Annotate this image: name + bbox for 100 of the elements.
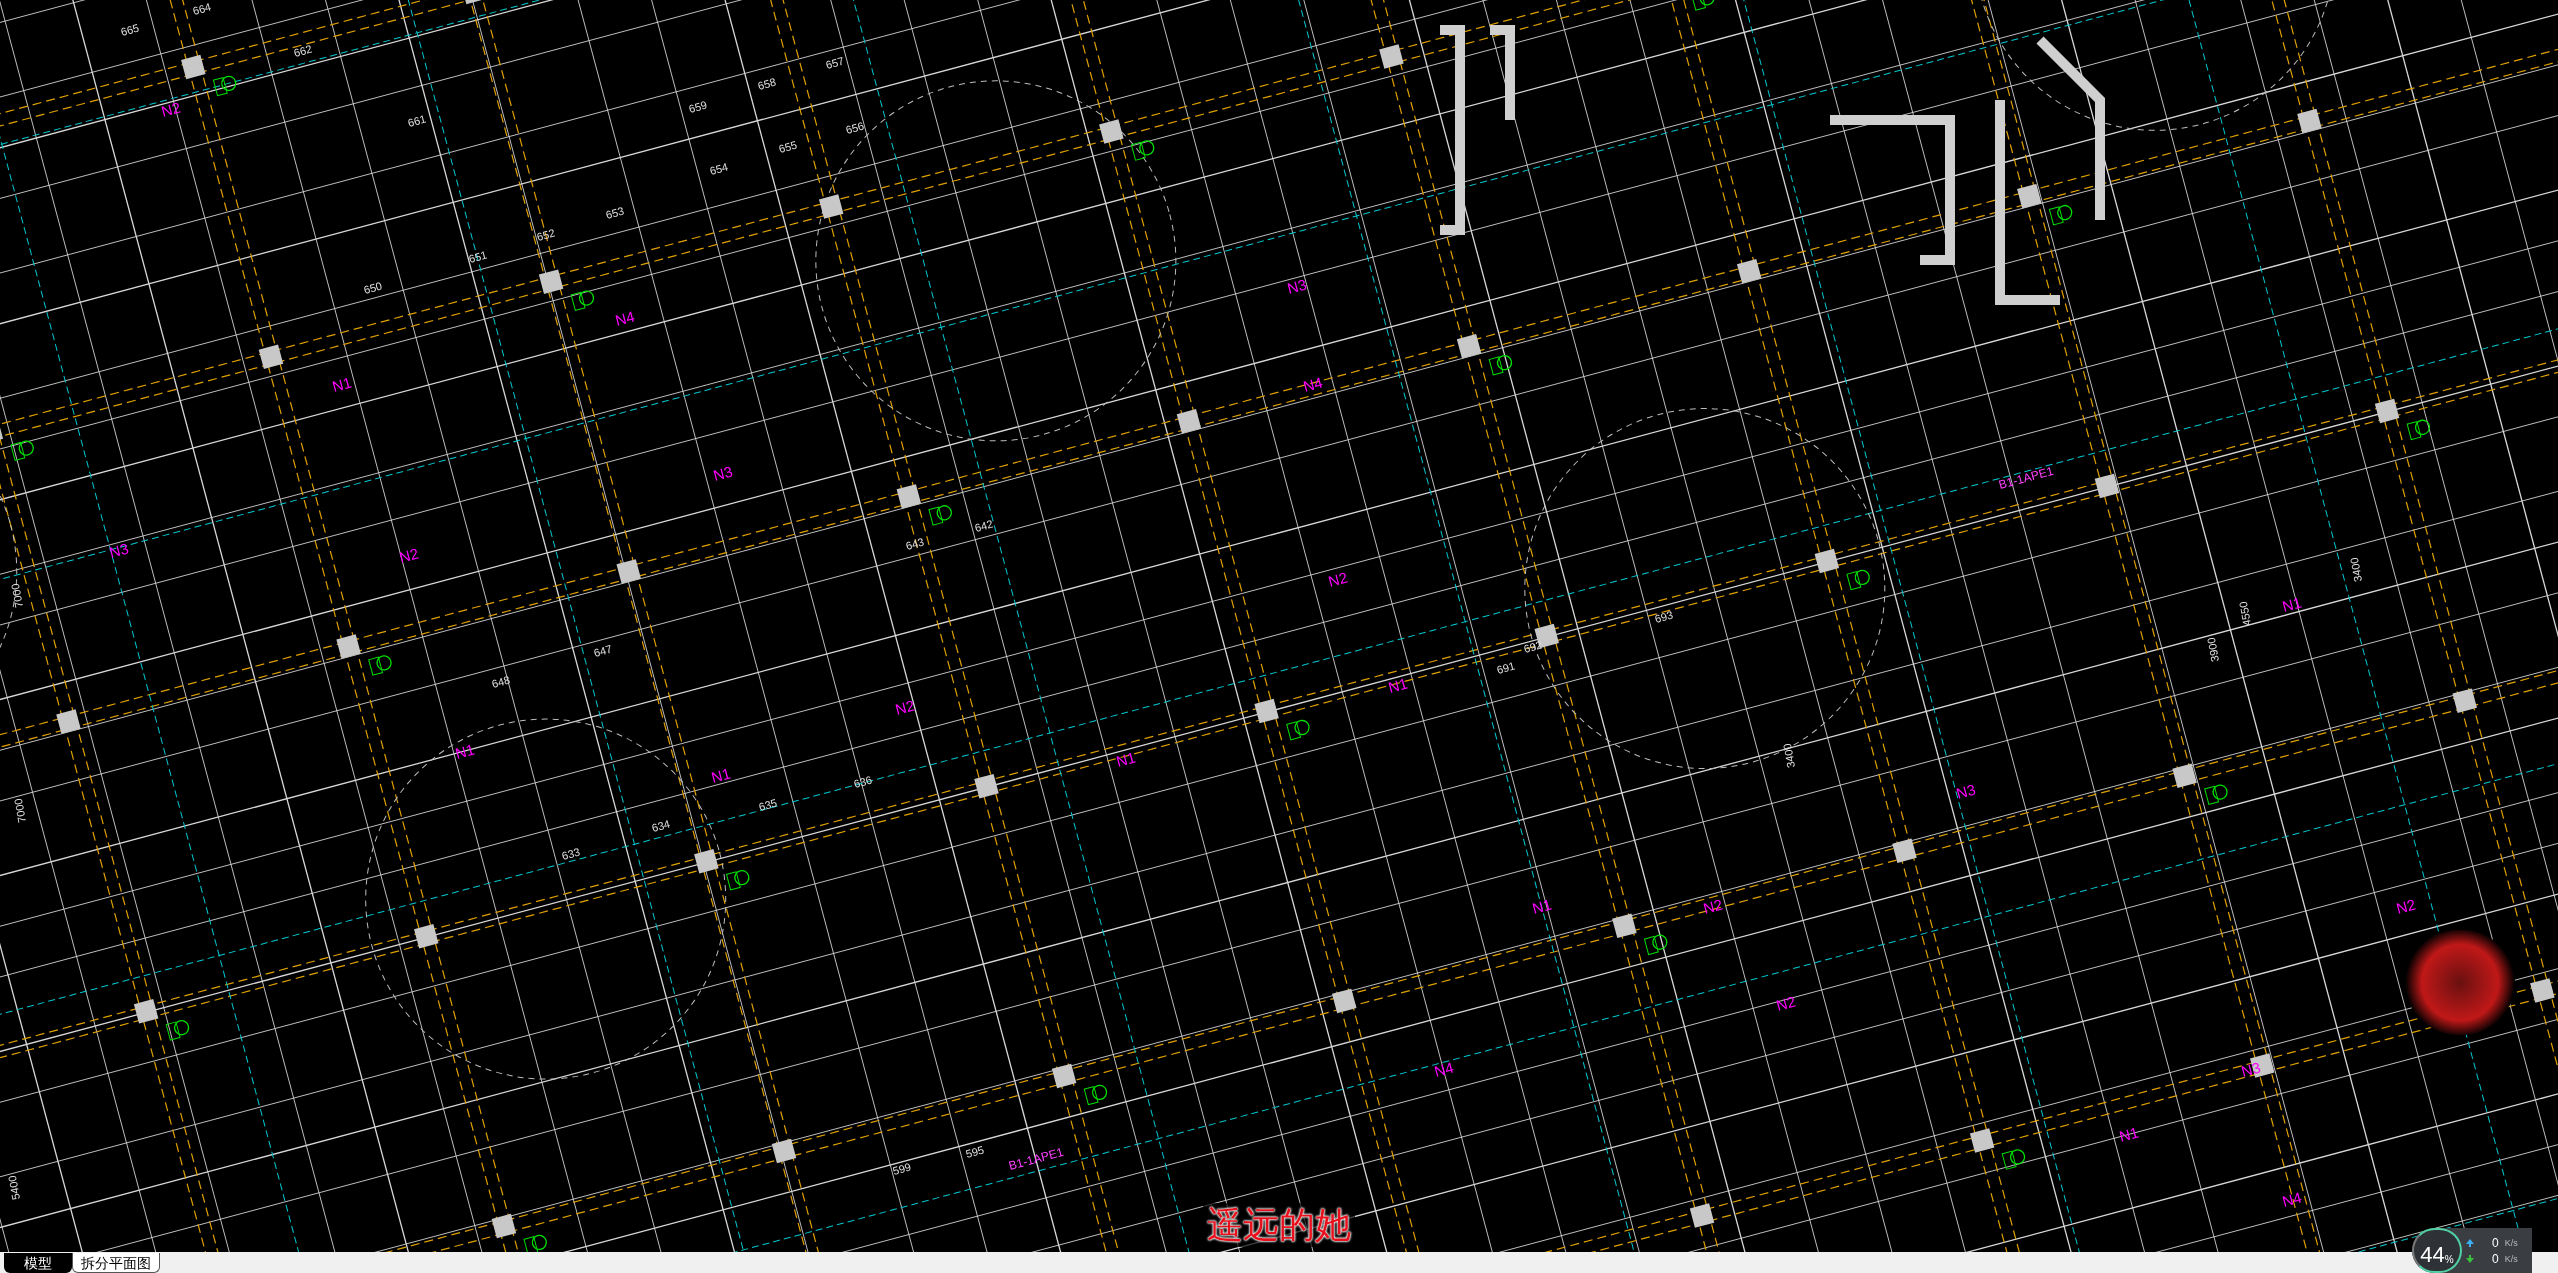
- fixture-symbol-icon: [2001, 1149, 2026, 1170]
- column-block: [771, 1138, 797, 1164]
- room-number: 636: [852, 773, 874, 790]
- column-block: [1332, 988, 1357, 1014]
- percent-text: 44: [2420, 1243, 2445, 1267]
- room-number: 642: [973, 517, 995, 534]
- fixture-symbol-icon: [2048, 204, 2073, 226]
- column-block: [56, 709, 81, 734]
- column-block: [2172, 763, 2197, 788]
- room-number: 657: [824, 54, 846, 71]
- pipe-label: N2: [2394, 895, 2418, 917]
- column-block: [181, 54, 206, 80]
- room-number: 659: [687, 98, 709, 115]
- fixture-symbol-icon: [1488, 355, 1513, 376]
- dimension-text: 5400: [5, 1174, 22, 1201]
- column-block: [2297, 108, 2322, 134]
- pipe-label: N1: [2280, 593, 2304, 615]
- column-block: [1379, 44, 1404, 69]
- column-block: [1456, 334, 1482, 359]
- column-block: [1176, 409, 1202, 434]
- pipe-label: N1: [1386, 674, 1410, 696]
- pipe-label: N1: [2117, 1123, 2141, 1145]
- pipe-label: N2: [159, 98, 183, 120]
- download-arrow-icon: [2466, 1254, 2474, 1263]
- dimension-text: 3900: [2204, 636, 2221, 663]
- column-block: [1612, 913, 1637, 939]
- column-block: [1099, 119, 1124, 144]
- upload-arrow-icon: [2466, 1238, 2474, 1247]
- room-number: 655: [777, 138, 799, 155]
- fixture-symbol-icon: [2204, 784, 2228, 805]
- room-number: 662: [292, 42, 314, 59]
- column-block: [1689, 1203, 1715, 1228]
- pipe-label: N2: [1326, 568, 1350, 590]
- fixture-symbol-icon: [165, 1020, 190, 1041]
- room-number: 653: [604, 204, 626, 221]
- pipe-label: N1: [330, 373, 354, 395]
- layout-tab[interactable]: 拆分平面图: [72, 1253, 160, 1273]
- room-number: 665: [119, 21, 141, 38]
- column-block: [818, 194, 844, 219]
- fixture-symbol-icon: [368, 655, 392, 676]
- download-speed: 0: [2492, 1251, 2499, 1266]
- room-number: 651: [467, 248, 489, 265]
- dimension-text: 4550: [2236, 600, 2253, 627]
- room-number: 633: [560, 845, 582, 862]
- fixture-symbol-icon: [2406, 419, 2431, 441]
- pipe-label: N2: [893, 696, 917, 718]
- column-block: [2530, 978, 2555, 1003]
- room-number: 664: [191, 0, 213, 17]
- column-block: [896, 484, 922, 509]
- room-number: 647: [592, 642, 614, 659]
- room-number: 692: [1522, 638, 1544, 655]
- pipe-label: N1: [453, 740, 477, 762]
- fixture-symbol-icon: [928, 505, 952, 526]
- pipe-label: N4: [613, 307, 637, 329]
- column-block: [2094, 473, 2120, 499]
- fixture-symbol-icon: [523, 1234, 547, 1252]
- column-block: [1892, 838, 1917, 863]
- column-block: [1969, 1128, 1995, 1153]
- column-block: [1051, 1063, 1077, 1089]
- room-number: 658: [756, 75, 778, 92]
- upload-speed: 0: [2492, 1235, 2499, 1250]
- fixture-symbol-icon: [726, 869, 750, 891]
- pipe-label: N3: [1285, 275, 1309, 297]
- room-number: 656: [844, 119, 866, 136]
- column-block: [694, 849, 719, 874]
- dimension-text: 7000: [11, 797, 28, 824]
- pipe-label: N1: [1114, 748, 1138, 770]
- column-block: [974, 773, 999, 799]
- pipe-label: N3: [107, 539, 131, 561]
- fixture-symbol-icon: [1691, 0, 1715, 11]
- column-block: [2374, 398, 2400, 424]
- pipe-label: N3: [711, 462, 735, 484]
- column-block: [2452, 688, 2477, 713]
- subtitle-text: 遥远的她: [1203, 1203, 1355, 1247]
- room-number: 652: [535, 226, 557, 243]
- pipe-label: N2: [397, 544, 421, 566]
- fixture-symbol-icon: [570, 290, 595, 311]
- room-number: 650: [362, 279, 384, 296]
- room-number: 635: [757, 796, 779, 813]
- pipe-label: N3: [1954, 780, 1978, 802]
- pipe-label: N3: [2239, 1058, 2263, 1080]
- pipe-label: N2: [1701, 895, 1725, 917]
- room-number: 661: [406, 112, 428, 129]
- pipe-label: N1: [1530, 895, 1554, 917]
- download-unit: K/s: [2504, 1252, 2518, 1266]
- column-block: [538, 269, 564, 294]
- fixture-symbol-icon: [1083, 1084, 1108, 1106]
- column-block: [258, 344, 284, 369]
- layout-tab[interactable]: 模型: [4, 1253, 72, 1273]
- column-block: [133, 999, 159, 1024]
- room-number: 654: [708, 160, 730, 177]
- column-block: [1254, 698, 1279, 724]
- pipe-label: N4: [1432, 1058, 1456, 1080]
- fixture-symbol-icon: [212, 75, 237, 97]
- pipe-label: N1: [709, 764, 733, 786]
- pipe-label: N4: [2280, 1188, 2304, 1210]
- column-block: [1736, 258, 1762, 284]
- fixture-symbol-icon: [1846, 569, 1870, 591]
- dimension-text: 3400: [1780, 742, 1797, 769]
- room-number: 643: [904, 535, 926, 552]
